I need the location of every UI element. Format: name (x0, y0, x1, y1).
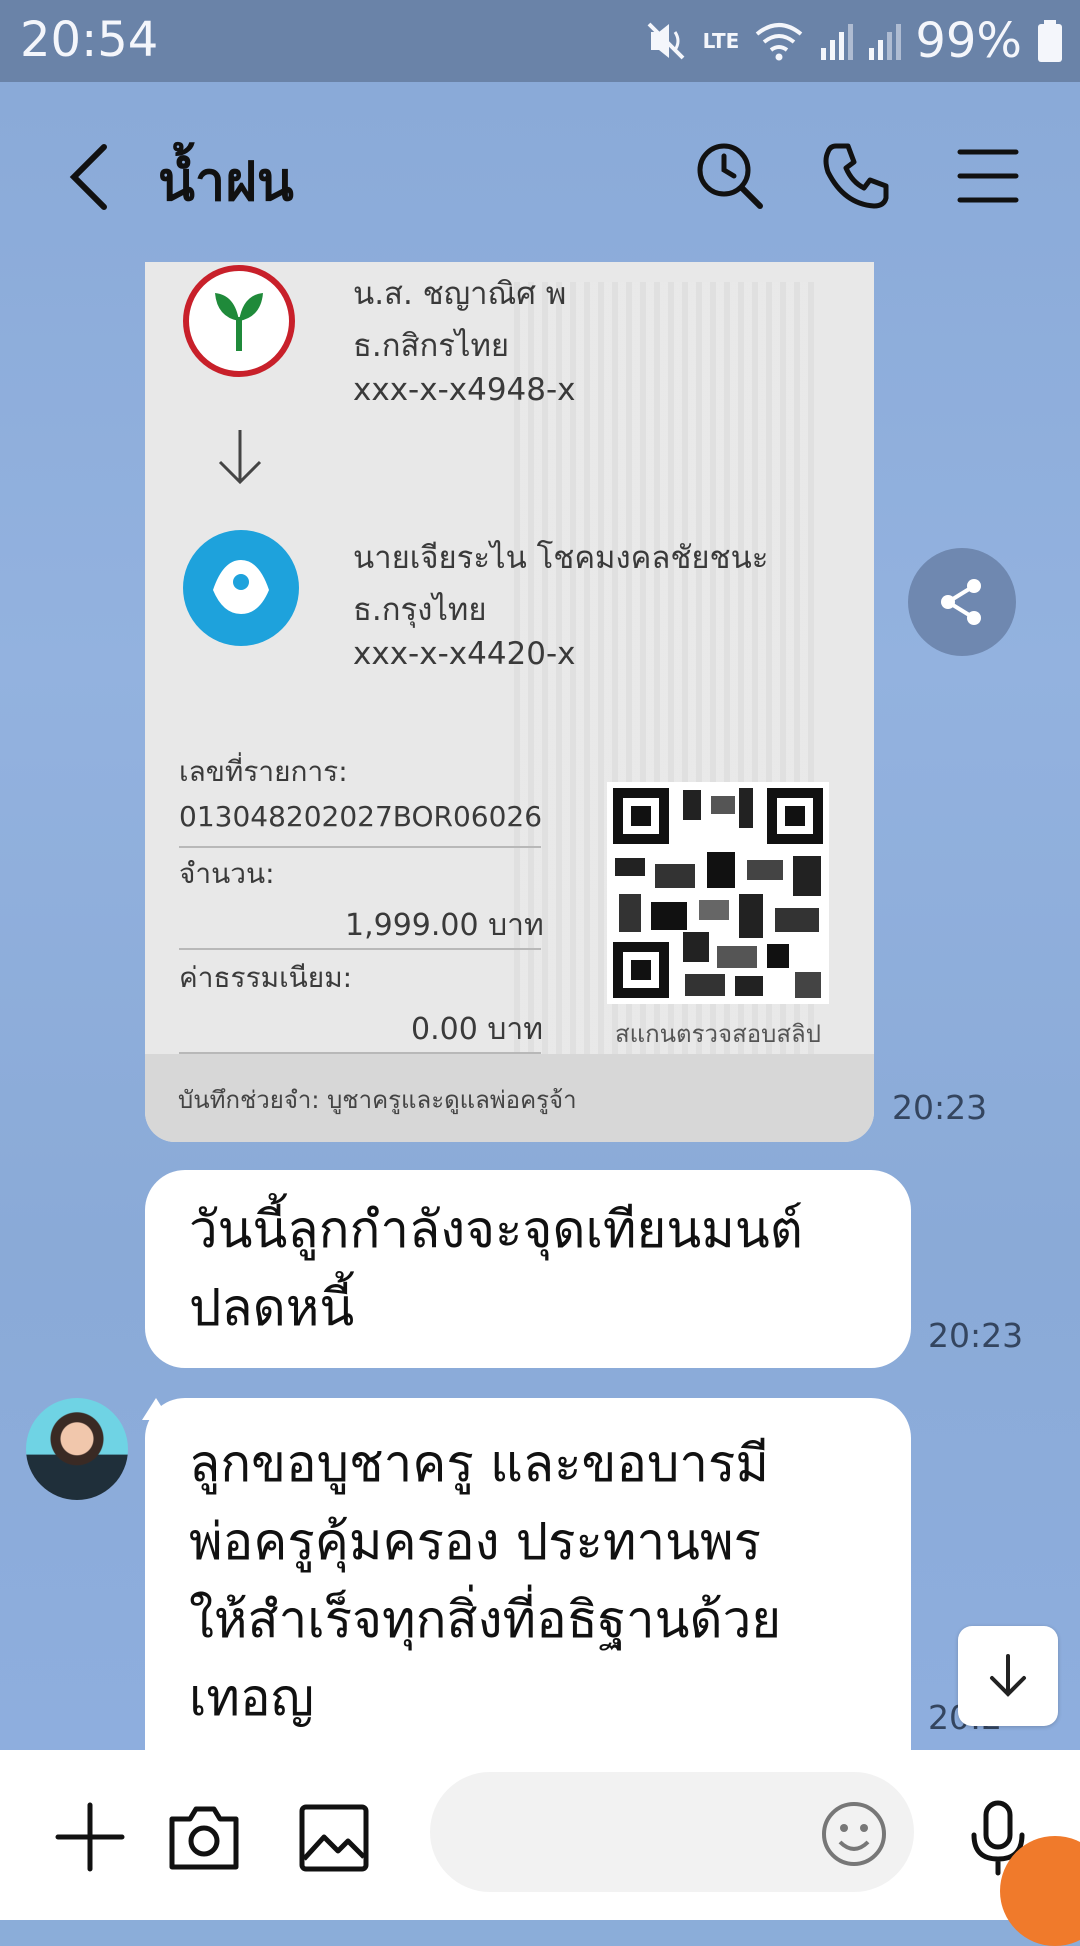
plus-icon (55, 1802, 125, 1872)
camera-icon (169, 1806, 239, 1870)
message-text: ลูกขอบูชาครู และขอบารมี พ่อครูคุ้มครอง ป… (145, 1398, 911, 1738)
ref-label: เลขที่รายการ: (179, 755, 348, 788)
scroll-down-button[interactable] (958, 1626, 1058, 1726)
arrow-down-icon (218, 430, 262, 485)
krungthai-bank-logo (183, 530, 299, 646)
sender-account: xxx-x-x4948-x (353, 372, 576, 408)
message-line: พ่อครูคุ้มครอง ประทานพร (189, 1513, 762, 1572)
message-line: ลูกขอบูชาครู และขอบารมี (189, 1435, 770, 1494)
smiley-icon (822, 1802, 886, 1866)
receiver-bank: ธ.กรุงไทย (353, 592, 487, 628)
status-icons: LTE 99% (643, 10, 1064, 72)
avatar[interactable] (26, 1398, 128, 1500)
receiver-account: xxx-x-x4420-x (353, 636, 576, 672)
status-bar: 20:54 LTE 99% (0, 0, 1080, 82)
sender-name: น.ส. ชญาณิศ พ (353, 276, 567, 312)
message-line: เทอญ (189, 1669, 315, 1728)
ref-number: 013048202027BOR06026 (179, 800, 543, 833)
message-time: 20:23 (928, 1316, 1024, 1355)
add-button[interactable] (48, 1795, 132, 1879)
message-line: ให้สำเร็จทุกสิ่งที่อธิฐานด้วย (189, 1591, 782, 1650)
search-clock-icon (697, 143, 763, 209)
status-time: 20:54 (20, 12, 159, 68)
camera-button[interactable] (162, 1795, 246, 1879)
transfer-slip-image[interactable]: น.ส. ชญาณิศ พ ธ.กสิกรไทย xxx-x-x4948-x น… (145, 262, 874, 1142)
search-history-button[interactable] (688, 134, 772, 218)
signal-icon-2 (869, 24, 902, 60)
message-bubble[interactable]: ลูกขอบูชาครู และขอบารมี พ่อครูคุ้มครอง ป… (145, 1398, 911, 1750)
sender-bank: ธ.กสิกรไทย (353, 328, 510, 364)
message-line: ปลดหนี้ (189, 1279, 355, 1338)
fee-value: 0.00 บาท (411, 1012, 543, 1047)
qr-code (607, 782, 829, 1004)
message-time: 20:23 (892, 1088, 988, 1127)
amount-label: จำนวน: (179, 857, 275, 890)
message-bubble[interactable]: วันนี้ลูกกำลังจะจุดเทียนมนต์ ปลดหนี้ (145, 1170, 911, 1368)
qr-caption: สแกนตรวจสอบสลิป (615, 1020, 821, 1048)
message-text: วันนี้ลูกกำลังจะจุดเทียนมนต์ ปลดหนี้ (145, 1170, 911, 1348)
gallery-button[interactable] (292, 1795, 376, 1879)
phone-icon (823, 143, 889, 209)
leaf-icon (215, 293, 263, 351)
slip-memo-bar: บันทึกช่วยจำ: บูชาครูและดูแลพ่อครูจ้า (145, 1054, 874, 1142)
kasikorn-bank-logo (183, 265, 295, 377)
chat-title: น้ำฝน (158, 150, 294, 213)
share-icon (941, 579, 981, 625)
menu-button[interactable] (946, 134, 1030, 218)
wifi-icon (756, 23, 803, 61)
back-button[interactable] (62, 137, 122, 217)
message-composer (0, 1750, 1080, 1920)
arrow-down-icon (990, 1654, 1026, 1697)
fee-label: ค่าธรรมเนียม: (179, 961, 353, 994)
battery-icon (1038, 20, 1062, 62)
call-button[interactable] (816, 134, 900, 218)
mute-vibrate-icon (647, 22, 684, 60)
hamburger-menu-icon (957, 149, 1019, 203)
volte-icon: LTE (702, 29, 740, 53)
share-button[interactable] (908, 548, 1016, 656)
slip-memo: บันทึกช่วยจำ: บูชาครูและดูแลพ่อครูจ้า (178, 1086, 577, 1114)
bird-icon (213, 560, 269, 614)
receiver-name: นายเจียระไน โชคมงคลชัยชนะ (353, 540, 769, 576)
emoji-button[interactable] (818, 1798, 890, 1870)
image-icon (299, 1804, 369, 1872)
chevron-left-icon (69, 144, 107, 210)
slip-divider (179, 948, 541, 950)
signal-icon-1 (821, 24, 854, 60)
slip-divider (179, 846, 541, 848)
qr-code-icon (613, 788, 823, 998)
battery-percent: 99% (915, 13, 1022, 69)
amount-value: 1,999.00 บาท (345, 908, 544, 943)
chat-header: น้ำฝน (0, 82, 1080, 262)
message-line: วันนี้ลูกกำลังจะจุดเทียนมนต์ (189, 1201, 803, 1260)
